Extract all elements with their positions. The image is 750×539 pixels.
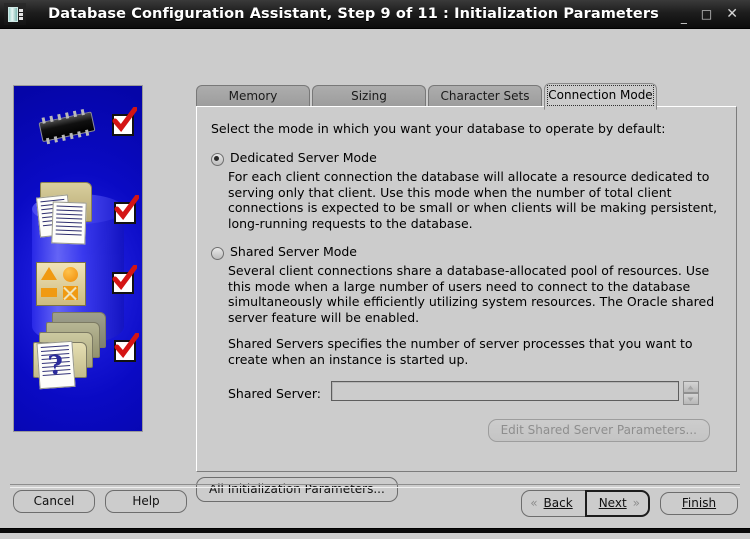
footer-separator (10, 484, 740, 488)
shared-servers-note: Shared Servers specifies the number of s… (228, 336, 693, 367)
edit-shared-server-parameters-button[interactable]: Edit Shared Server Parameters... (487, 419, 710, 442)
shared-server-label: Shared Server: (228, 385, 321, 401)
finish-button[interactable]: Finish (660, 492, 738, 515)
check-mark-icon (114, 333, 139, 362)
check-mark-icon (114, 195, 139, 224)
panel-intro-text: Select the mode in which you want your d… (211, 121, 666, 136)
app-icon (4, 3, 26, 25)
window-body: ? Memory Sizing Character Sets Connectio… (0, 29, 750, 509)
tab-label: Memory (228, 89, 278, 103)
folder-documents-icon (32, 180, 102, 246)
maximize-icon[interactable]: □ (701, 8, 712, 20)
spinner-down-icon[interactable] (682, 393, 699, 405)
help-button[interactable]: Help (105, 490, 187, 513)
shared-server-input[interactable] (330, 381, 679, 401)
tab-strip: Memory Sizing Character Sets Connection … (196, 83, 736, 110)
back-button[interactable]: « Back (521, 490, 586, 517)
navigation-group: « Back Next » (521, 490, 650, 517)
radio-shared-server-mode[interactable]: Shared Server Mode (211, 244, 724, 260)
dedicated-server-mode-description: For each client connection the database … (228, 169, 718, 231)
radio-icon-unselected[interactable] (211, 247, 224, 260)
footer-button-bar: Cancel Help « Back Next » Finish (0, 490, 750, 524)
spinner-up-icon[interactable] (682, 381, 699, 393)
tab-connection-mode[interactable]: Connection Mode (544, 83, 657, 110)
window-bottom-strip (0, 528, 750, 539)
radio-dedicated-server-mode[interactable]: Dedicated Server Mode (211, 150, 724, 166)
next-label: Next (598, 496, 627, 510)
shared-server-spinner[interactable] (682, 381, 699, 405)
shapes-panel-icon (36, 262, 86, 306)
tab-sizing[interactable]: Sizing (312, 85, 426, 108)
radio-label: Dedicated Server Mode (230, 150, 377, 165)
shared-server-field-row: Shared Server: (228, 381, 724, 405)
back-arrow-icon: « (530, 496, 538, 510)
window-title: Database Configuration Assistant, Step 9… (48, 6, 659, 22)
chip-icon (32, 106, 101, 149)
radio-label: Shared Server Mode (230, 244, 358, 259)
title-bar: Database Configuration Assistant, Step 9… (0, 0, 750, 29)
back-label: Back (543, 496, 573, 510)
folder-stack-question-icon: ? (30, 312, 108, 390)
check-mark-icon (112, 265, 137, 294)
dbca-window: Database Configuration Assistant, Step 9… (0, 0, 750, 539)
next-button[interactable]: Next » (584, 490, 650, 517)
tab-character-sets[interactable]: Character Sets (428, 85, 542, 108)
shared-server-mode-description: Several client connections share a datab… (228, 263, 715, 325)
radio-icon-selected[interactable] (211, 153, 224, 166)
next-arrow-icon: » (632, 496, 640, 510)
oracle-database-illustration: ? (13, 85, 143, 432)
close-icon[interactable]: ✕ (726, 7, 738, 21)
tab-label: Sizing (351, 89, 387, 103)
tab-label: Connection Mode (547, 85, 654, 106)
cancel-button[interactable]: Cancel (13, 490, 95, 513)
check-mark-icon (112, 107, 137, 136)
minimize-icon[interactable]: _ (681, 11, 687, 23)
tab-memory[interactable]: Memory (196, 85, 310, 108)
connection-mode-panel: Select the mode in which you want your d… (196, 106, 737, 472)
window-controls: _ □ ✕ (681, 7, 750, 23)
tab-label: Character Sets (440, 89, 530, 103)
